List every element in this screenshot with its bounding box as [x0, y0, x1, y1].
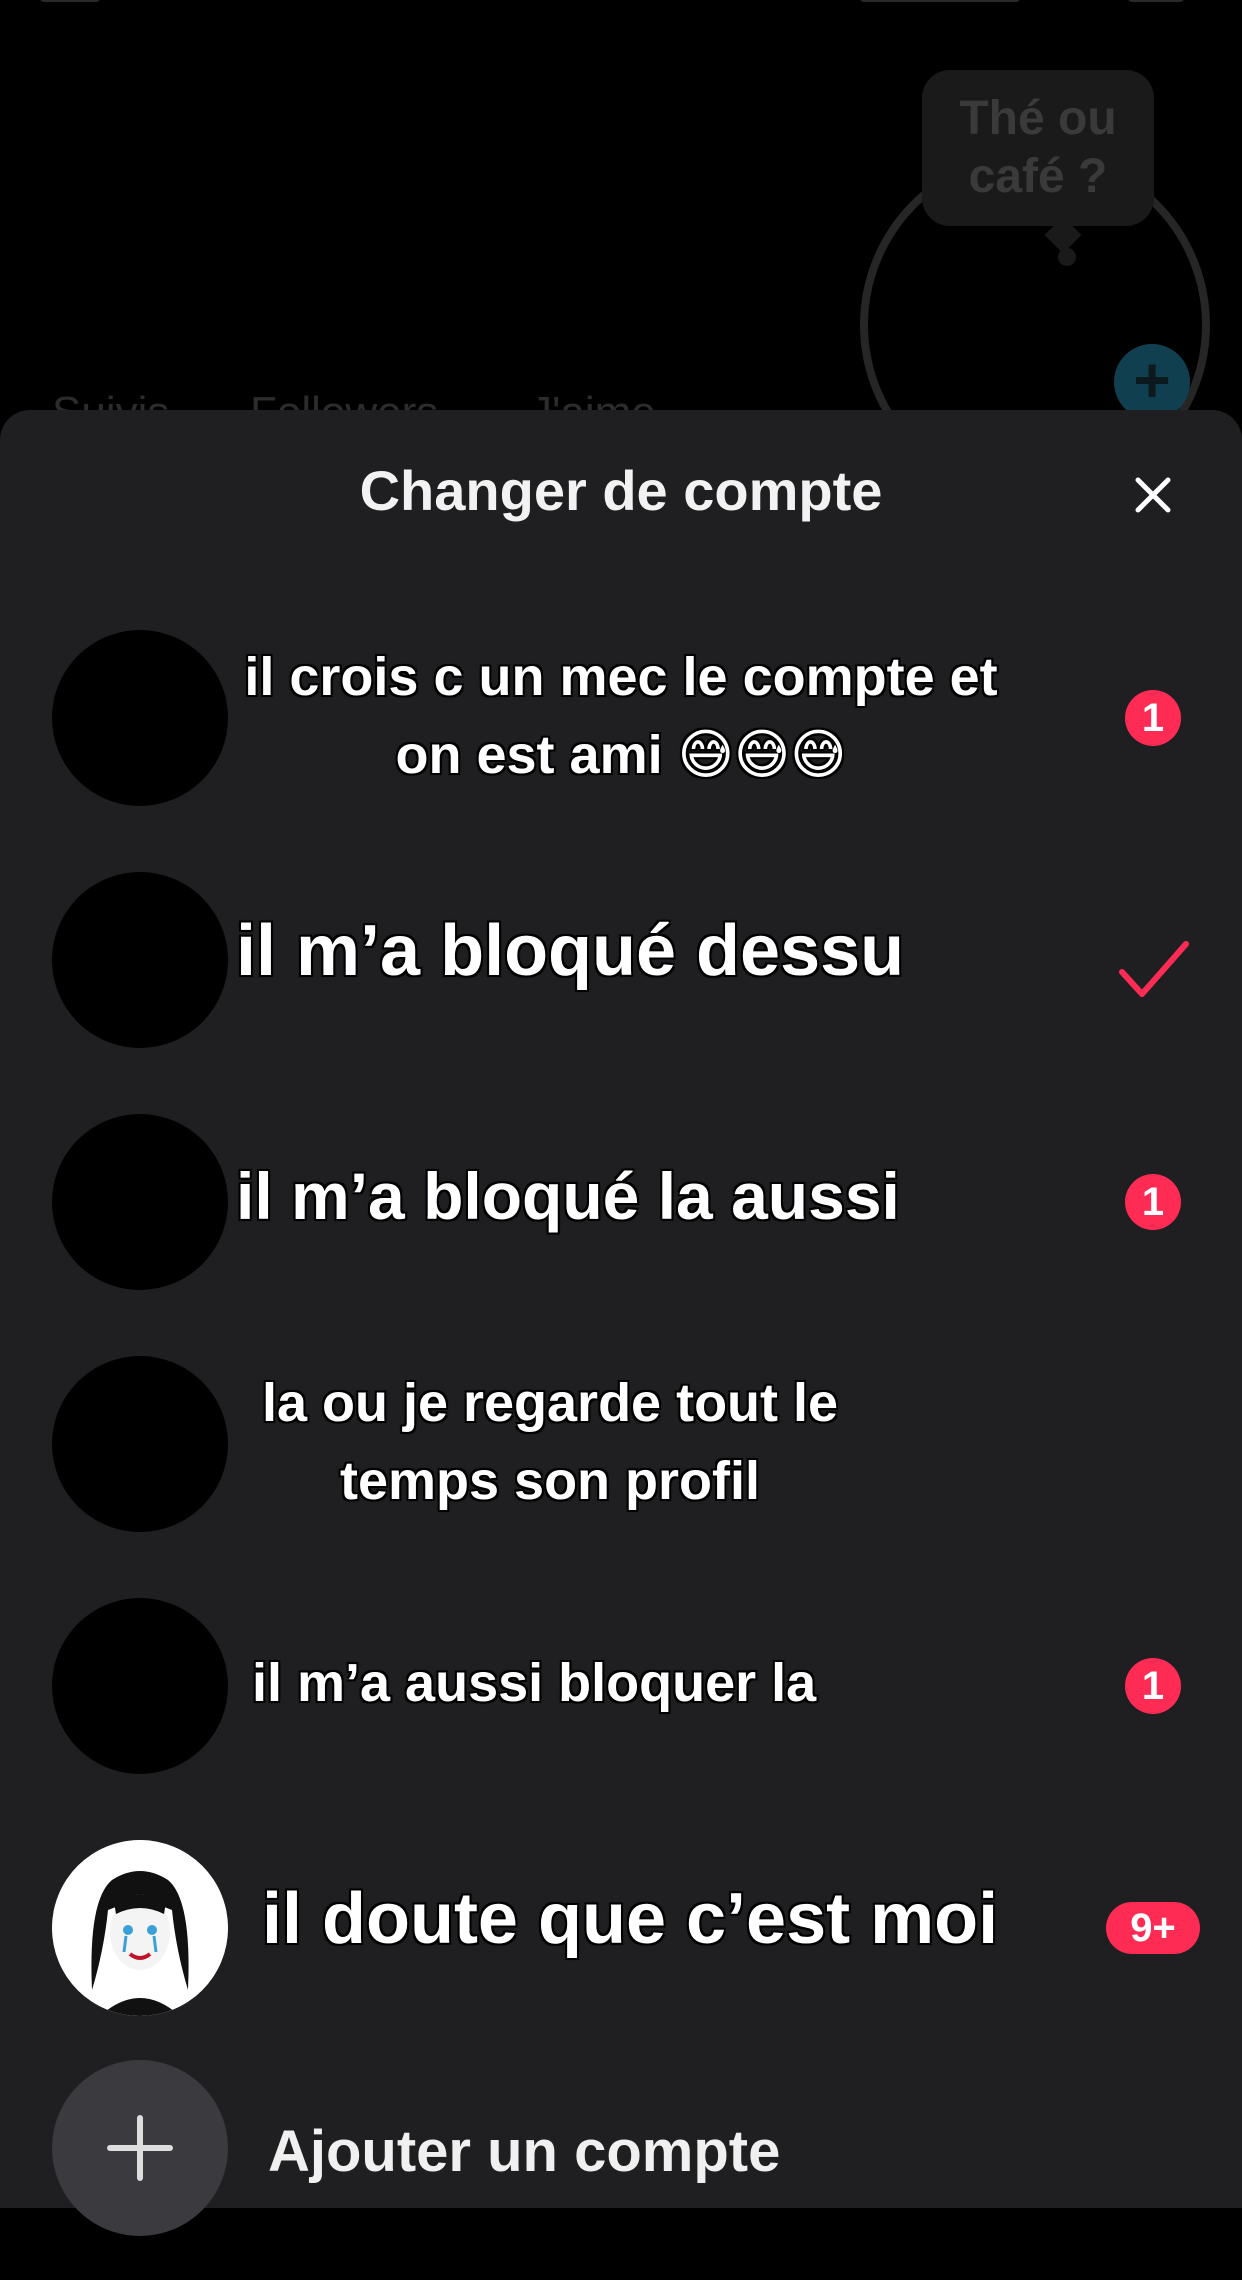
plus-icon [107, 2115, 173, 2181]
top-icons [860, 0, 1020, 2]
profile-note: Thé ou café ? [922, 70, 1154, 226]
add-story-icon: + [1114, 344, 1190, 420]
account-row[interactable]: la ou je regarde tout le temps son profi… [0, 1334, 1242, 1554]
notification-badge: 9+ [1106, 1902, 1200, 1954]
notification-badge: 1 [1125, 690, 1181, 746]
account-row[interactable]: il m’a aussi bloquer la 1 [0, 1576, 1242, 1796]
account-row[interactable]: il crois c un mec le compte et on est am… [0, 608, 1242, 828]
avatar [52, 872, 228, 1048]
note-dot [1058, 248, 1076, 266]
account-row[interactable]: il doute que c’est moi 9+ [0, 1818, 1242, 2038]
account-name: il m’a aussi bloquer la [252, 1653, 817, 1713]
avatar [52, 1114, 228, 1290]
add-account-circle [52, 2060, 228, 2236]
notification-badge: 1 [1125, 1658, 1181, 1714]
top-left-glyph [40, 0, 100, 2]
account-name: il doute que c’est moi [262, 1879, 999, 1959]
add-account-button[interactable]: Ajouter un compte [0, 2060, 1242, 2280]
avatar [52, 1356, 228, 1532]
account-name: il crois c un mec le compte et on est am… [244, 647, 998, 785]
avatar [52, 1598, 228, 1774]
checkmark-icon [1119, 941, 1189, 997]
avatar [52, 1840, 228, 2016]
switch-account-sheet: Changer de compte il crois c un mec le c… [0, 410, 1242, 2236]
account-row[interactable]: il m’a bloqué dessu [0, 850, 1242, 1070]
menu-icon [1128, 0, 1184, 2]
add-account-label: Ajouter un compte [268, 2119, 781, 2184]
account-name: il m’a bloqué la aussi [236, 1159, 900, 1233]
profile-background: Thé ou café ? + Suivis Followers J'aime [0, 0, 1242, 500]
avatar [52, 630, 228, 806]
account-name: la ou je regarde tout le temps son profi… [261, 1373, 839, 1511]
close-icon[interactable] [1130, 472, 1176, 518]
account-name: il m’a bloqué dessu [236, 911, 905, 991]
notification-badge: 1 [1125, 1174, 1181, 1230]
sheet-title: Changer de compte [359, 459, 883, 522]
account-row[interactable]: il m’a bloqué la aussi 1 [0, 1092, 1242, 1312]
